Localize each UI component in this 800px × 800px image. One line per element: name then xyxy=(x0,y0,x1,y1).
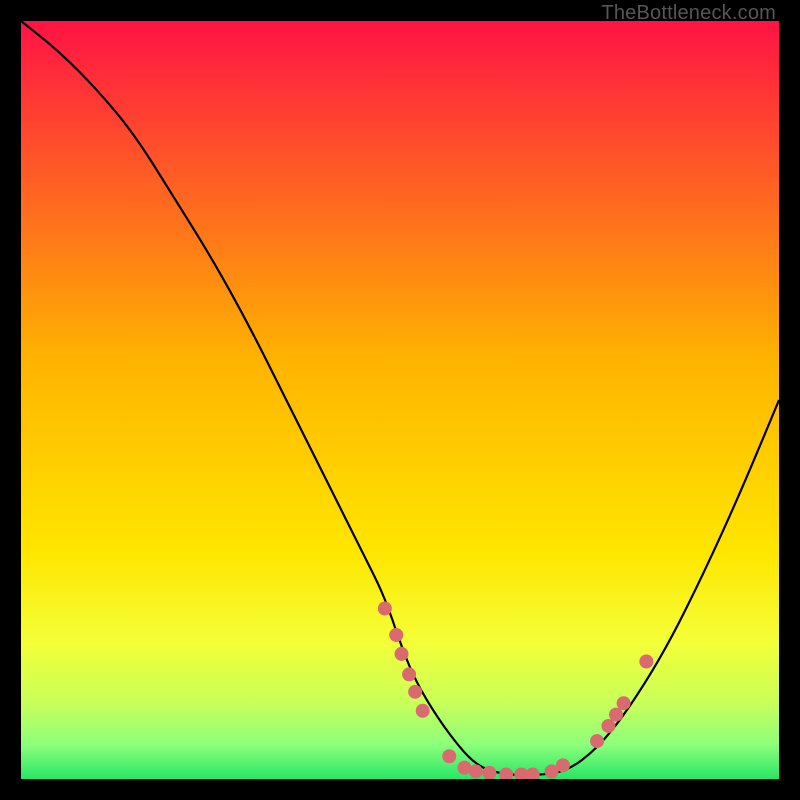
gradient-background xyxy=(21,21,779,779)
data-marker xyxy=(378,601,392,615)
data-marker xyxy=(556,758,570,772)
chart-frame: TheBottleneck.com xyxy=(0,0,800,800)
data-marker xyxy=(416,704,430,718)
data-marker xyxy=(469,764,483,778)
data-marker xyxy=(408,685,422,699)
watermark-text: TheBottleneck.com xyxy=(601,2,776,25)
data-marker xyxy=(442,749,456,763)
data-marker xyxy=(601,719,615,733)
data-marker xyxy=(389,628,403,642)
data-marker xyxy=(617,696,631,710)
bottleneck-chart xyxy=(21,21,779,779)
data-marker xyxy=(402,667,416,681)
data-marker xyxy=(639,655,653,669)
data-marker xyxy=(609,708,623,722)
plot-area xyxy=(21,21,779,779)
data-marker xyxy=(395,647,409,661)
data-marker xyxy=(590,734,604,748)
